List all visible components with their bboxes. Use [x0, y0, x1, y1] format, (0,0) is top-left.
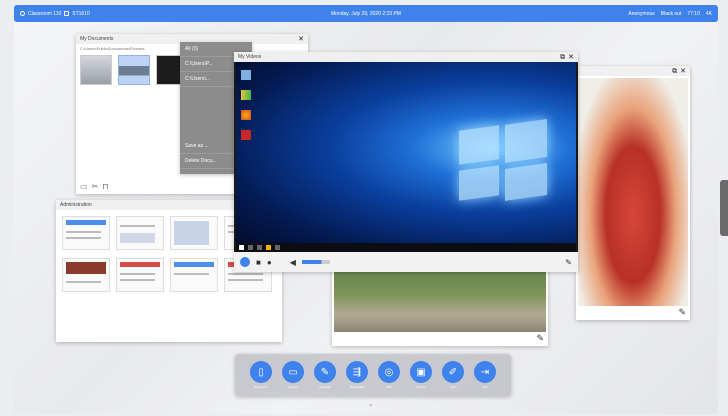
monitor-icon: [64, 11, 70, 16]
dock-tools-button[interactable]: ✐ Tools: [441, 361, 465, 389]
heart-image-window: ⧉ ✕ ✎: [576, 66, 690, 320]
blackout-button[interactable]: Black out: [661, 11, 682, 17]
dock-broadcast-button[interactable]: ⇶ Broadcast: [345, 361, 369, 389]
resolution-label: 4K: [705, 10, 712, 17]
top-status-bar: Classroom 110 ST1610 Monday, July 29, 20…: [14, 5, 718, 22]
play-icon[interactable]: [240, 257, 250, 267]
broadcast-icon: ⇶: [346, 361, 368, 383]
pen-icon: ✎: [314, 361, 336, 383]
heart-model-image: [578, 78, 688, 306]
side-drawer-handle[interactable]: [720, 180, 728, 236]
video-titlebar[interactable]: My Videos ⧉ ✕: [234, 52, 578, 62]
slide-tile[interactable]: [62, 258, 110, 292]
location-icon: [20, 11, 25, 16]
slide-tile[interactable]: [62, 216, 110, 250]
lock-icon[interactable]: ⊓: [102, 182, 108, 192]
scissors-icon[interactable]: ✂: [92, 182, 99, 192]
device-label: ST1610: [72, 10, 90, 17]
dock-annotate-button[interactable]: ✎ Annotate: [313, 361, 337, 389]
close-icon[interactable]: ✕: [298, 36, 304, 43]
classroom-label: Classroom 110: [28, 10, 62, 17]
exit-icon: ⇥: [474, 361, 496, 383]
annotate-icon[interactable]: ✎: [565, 258, 572, 267]
browser-icon[interactable]: [241, 110, 251, 120]
dock-document-button[interactable]: ▯ Document: [249, 361, 273, 389]
windows-logo: [459, 119, 547, 201]
pencil-icon: ✐: [442, 361, 464, 383]
ruins-image-window: ✎: [332, 262, 548, 346]
dock-exit-button[interactable]: ⇥ Exit: [473, 361, 497, 389]
bottom-dock: ▯ Document ▭ Screen ✎ Annotate ⇶ Broadcast ◎…: [235, 354, 511, 396]
remote-taskbar: [236, 243, 576, 252]
heart-titlebar[interactable]: ⧉ ✕: [576, 66, 690, 76]
slide-tile[interactable]: [170, 216, 218, 250]
annotate-icon[interactable]: ✎: [536, 333, 544, 344]
app-icon[interactable]: [241, 90, 251, 100]
start-icon[interactable]: [239, 245, 244, 250]
record-icon[interactable]: ●: [267, 258, 272, 267]
remote-desktop-screen[interactable]: [236, 62, 576, 252]
restore-icon[interactable]: ⧉: [560, 54, 565, 61]
folder-icon[interactable]: ▭: [80, 182, 88, 192]
taskbar-app-icon[interactable]: [275, 245, 280, 250]
dock-toolbox-button[interactable]: ▣ Toolbox: [409, 361, 433, 389]
recycle-bin-icon[interactable]: [241, 70, 251, 80]
taskbar-app-icon[interactable]: [266, 245, 271, 250]
toolbox-icon: ▣: [410, 361, 432, 383]
dock-screen-button[interactable]: ▭ Screen: [281, 361, 305, 389]
volume-icon[interactable]: ◀: [290, 258, 296, 267]
volume-slider[interactable]: [301, 260, 330, 264]
topbar-right: Anonymous Black out 77:10 4K: [628, 11, 712, 17]
slide-tile[interactable]: [116, 258, 164, 292]
app-icon[interactable]: [241, 130, 251, 140]
timer-readout: 77:10: [687, 10, 700, 17]
window-title: My Documents: [80, 36, 114, 42]
ruins-photo: [334, 264, 546, 332]
topbar-left: Classroom 110 ST1610: [20, 11, 90, 17]
slide-tile[interactable]: [116, 216, 164, 250]
dock-web-button[interactable]: ◎ Web: [377, 361, 401, 389]
close-icon[interactable]: ✕: [680, 68, 686, 75]
screen-icon: ▭: [282, 361, 304, 383]
anonymous-toggle[interactable]: Anonymous: [628, 11, 654, 17]
chevron-down-icon[interactable]: ⌄: [368, 400, 374, 408]
image-thumbnail-selected[interactable]: [118, 55, 150, 85]
image-thumbnail[interactable]: [80, 55, 112, 85]
taskbar-app-icon[interactable]: [248, 245, 253, 250]
media-controls: ■ ● ◀ ✎: [234, 252, 578, 272]
document-icon: ▯: [250, 361, 272, 383]
globe-icon: ◎: [378, 361, 400, 383]
stop-icon[interactable]: ■: [256, 258, 261, 267]
video-window: My Videos ⧉ ✕ ■ ● ◀ ✎: [234, 52, 578, 272]
annotate-icon[interactable]: ✎: [678, 307, 686, 318]
restore-icon[interactable]: ⧉: [672, 68, 677, 75]
window-title: My Videos: [238, 54, 262, 60]
datetime: Monday, July 29, 2020 2:23 PM: [331, 10, 401, 17]
taskbar-app-icon[interactable]: [257, 245, 262, 250]
slide-tile[interactable]: [170, 258, 218, 292]
window-title: Administration: [60, 202, 92, 208]
close-icon[interactable]: ✕: [568, 54, 574, 61]
